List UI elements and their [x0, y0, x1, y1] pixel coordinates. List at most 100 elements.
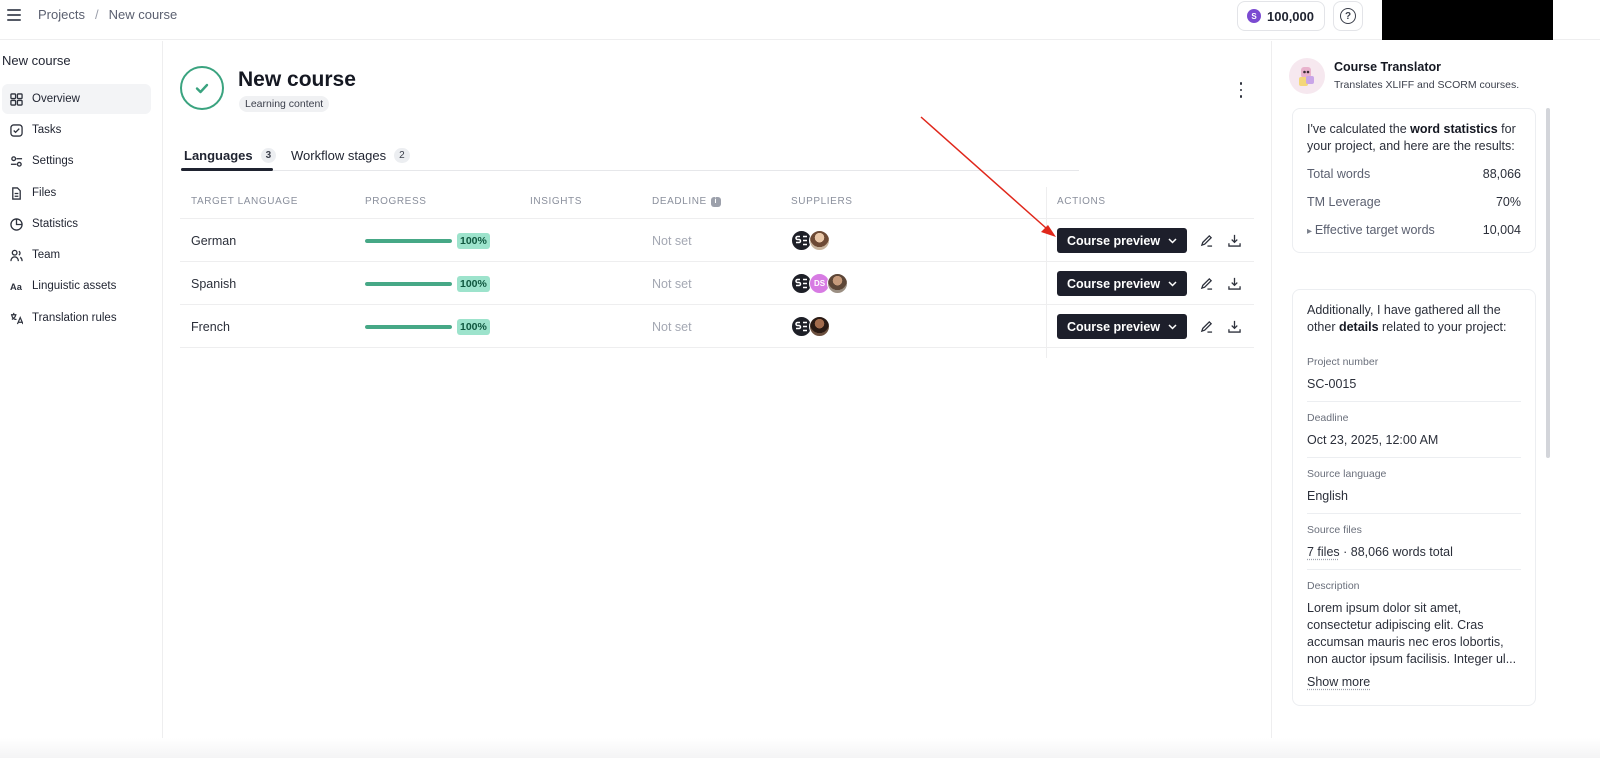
intro-bold-text: word statistics — [1410, 122, 1498, 136]
supplier-photo-avatar[interactable] — [809, 316, 830, 337]
active-tab-indicator — [181, 168, 273, 171]
suppliers-avatars — [791, 219, 830, 262]
field-value: SC-0015 — [1307, 377, 1357, 391]
tab-workflow-stages[interactable]: Workflow stages 2 — [291, 142, 410, 168]
sidebar-item-label: Statistics — [32, 218, 79, 230]
edit-pencil-icon[interactable] — [1197, 318, 1215, 336]
sidebar-item-translation-rules[interactable]: Translation rules — [2, 303, 151, 333]
field-source-files: Source files 7 files · 88,066 words tota… — [1307, 514, 1521, 570]
progress-percent-badge: 100% — [457, 232, 490, 249]
tab-label: Workflow stages — [291, 147, 387, 163]
edit-pencil-icon[interactable] — [1197, 275, 1215, 293]
sidebar-item-tasks[interactable]: Tasks — [2, 115, 151, 145]
column-header-label: DEADLINE — [652, 196, 707, 207]
stat-effective-target-words[interactable]: Effective target words 10,004 — [1307, 222, 1521, 240]
redacted-area — [1382, 0, 1553, 40]
intro-text: related to your project: — [1378, 320, 1507, 334]
column-header-insights: INSIGHTS — [530, 196, 583, 207]
field-label: Description — [1307, 580, 1360, 592]
stat-label: Total words — [1307, 167, 1371, 181]
field-value: Oct 23, 2025, 12:00 AM — [1307, 433, 1439, 447]
info-icon[interactable]: i — [710, 196, 721, 207]
field-label: Source language — [1307, 468, 1387, 480]
sidebar-item-statistics[interactable]: Statistics — [2, 209, 151, 239]
field-value: English — [1307, 489, 1348, 503]
sidebar-item-label: Tasks — [32, 124, 62, 136]
progress-bar — [365, 238, 452, 243]
edit-pencil-icon[interactable] — [1197, 232, 1215, 250]
deadline-value: Not set — [652, 233, 692, 248]
help-button[interactable]: ? — [1333, 1, 1363, 31]
stat-tm-leverage: TM Leverage 70% — [1307, 194, 1521, 211]
sidebar-item-team[interactable]: Team — [2, 240, 151, 270]
column-header-progress: PROGRESS — [365, 196, 427, 207]
field-label: Deadline — [1307, 412, 1349, 424]
field-source-language: Source language English — [1307, 458, 1521, 514]
svg-text:Aa: Aa — [10, 282, 23, 292]
field-project-number: Project number SC-0015 — [1307, 346, 1521, 402]
tab-bar: Languages 3 Workflow stages 2 — [181, 138, 1079, 171]
breadcrumb-projects-link[interactable]: Projects — [38, 7, 85, 22]
credits-balance-button[interactable]: S 100,000 — [1237, 1, 1325, 31]
chevron-down-icon — [1168, 323, 1177, 330]
sidebar-title: New course — [2, 53, 71, 68]
course-preview-button[interactable]: Course preview — [1057, 314, 1187, 339]
sidebar-item-label: Overview — [32, 93, 80, 105]
row-actions: Course preview — [1057, 305, 1243, 348]
field-description: Description Lorem ipsum dolor sit amet, … — [1307, 570, 1521, 699]
supplier-photo-avatar[interactable] — [827, 273, 848, 294]
more-options-icon[interactable] — [1236, 82, 1246, 98]
sidebar-item-linguistic-assets[interactable]: Aa Linguistic assets — [2, 271, 151, 301]
sidebar-item-label: Settings — [32, 155, 74, 167]
source-files-link[interactable]: 7 files — [1307, 545, 1340, 559]
sidebar-item-files[interactable]: Files — [2, 178, 151, 208]
page-title: New course — [238, 68, 356, 91]
grid-icon — [10, 92, 23, 106]
download-icon[interactable] — [1225, 232, 1243, 250]
table-row[interactable]: French 100% Not set Course preview — [180, 305, 1254, 348]
translate-icon — [10, 312, 23, 325]
tab-count-badge: 3 — [260, 147, 277, 163]
coin-icon: S — [1247, 9, 1261, 23]
table-row[interactable]: German 100% Not set Course preview — [180, 219, 1254, 262]
language-name: French — [191, 319, 230, 334]
field-deadline: Deadline Oct 23, 2025, 12:00 AM — [1307, 402, 1521, 458]
table-header: TARGET LANGUAGE PROGRESS INSIGHTS DEADLI… — [180, 187, 1254, 219]
sidebar-item-label: Translation rules — [32, 312, 117, 324]
hamburger-menu-icon[interactable] — [7, 9, 21, 21]
chevron-down-icon — [1168, 280, 1177, 287]
field-label: Project number — [1307, 356, 1379, 368]
main-content: New course Learning content Languages 3 … — [163, 41, 1271, 758]
completed-check-icon — [180, 66, 224, 110]
course-preview-button[interactable]: Course preview — [1057, 228, 1187, 253]
tab-count-badge: 2 — [394, 147, 410, 163]
sidebar-item-label: Files — [32, 187, 57, 199]
breadcrumb-separator: / — [94, 7, 99, 22]
show-more-link[interactable]: Show more — [1307, 675, 1370, 689]
tab-languages[interactable]: Languages 3 — [184, 142, 277, 168]
deadline-value: Not set — [652, 276, 692, 291]
supplier-photo-avatar[interactable] — [809, 230, 830, 251]
project-details-card: Additionally, I have gathered all the ot… — [1292, 289, 1536, 706]
download-icon[interactable] — [1225, 318, 1243, 336]
suppliers-avatars: DS — [791, 262, 848, 305]
column-header-deadline: DEADLINE i — [652, 196, 721, 207]
assistant-panel: Course Translator Translates XLIFF and S… — [1271, 41, 1555, 758]
progress-percent-badge: 100% — [457, 275, 490, 292]
file-icon — [10, 186, 23, 200]
suppliers-avatars — [791, 305, 830, 348]
progress-cell: 100% — [365, 305, 490, 348]
course-preview-button[interactable]: Course preview — [1057, 271, 1187, 296]
field-value: 7 files · 88,066 words total — [1307, 544, 1521, 561]
assistant-panel-scrollbar[interactable] — [1546, 108, 1550, 458]
assistant-name: Course Translator — [1334, 60, 1441, 74]
sidebar-item-settings[interactable]: Settings — [2, 146, 151, 176]
download-icon[interactable] — [1225, 275, 1243, 293]
course-preview-label: Course preview — [1066, 233, 1161, 248]
column-header-actions: ACTIONS — [1057, 196, 1106, 207]
sidebar-item-overview[interactable]: Overview — [2, 84, 151, 114]
course-preview-label: Course preview — [1066, 319, 1161, 334]
table-row[interactable]: Spanish 100% Not set DS Course preview — [180, 262, 1254, 305]
sidebar-item-label: Team — [32, 249, 61, 261]
credits-amount: 100,000 — [1267, 8, 1314, 24]
